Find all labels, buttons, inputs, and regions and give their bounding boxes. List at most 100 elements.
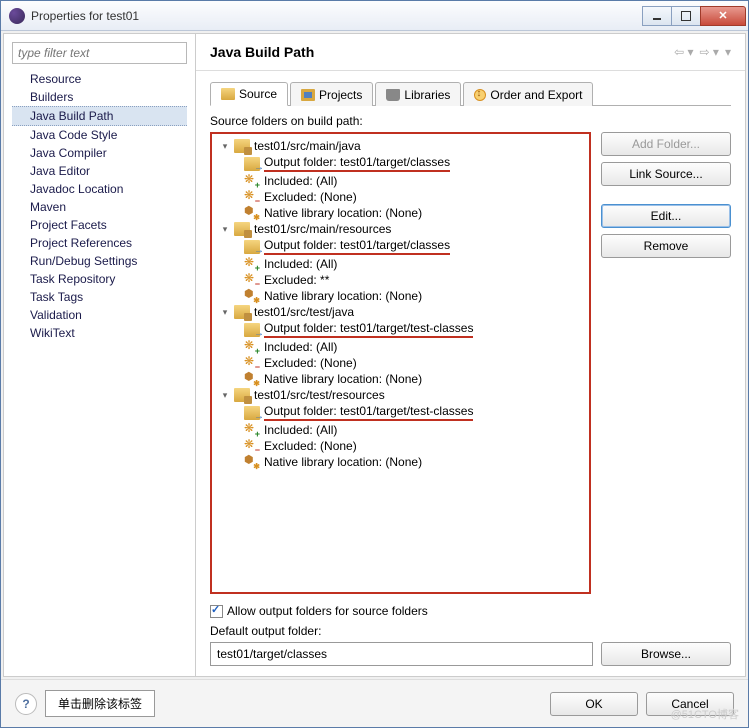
- tree-node[interactable]: Output folder: test01/target/classes: [216, 238, 585, 255]
- tree-node-label: Native library location: (None): [264, 289, 422, 303]
- window-title: Properties for test01: [31, 9, 643, 23]
- tab-label: Source: [239, 87, 277, 101]
- tree-node-label: test01/src/main/resources: [254, 222, 391, 236]
- default-output-input[interactable]: [210, 642, 593, 666]
- excluded-filter-icon: [244, 356, 260, 370]
- tree-node[interactable]: ▾test01/src/test/resources: [216, 388, 585, 402]
- tab-source[interactable]: Source: [210, 82, 288, 106]
- sidebar-item-run-debug-settings[interactable]: Run/Debug Settings: [12, 252, 187, 270]
- tab-label: Order and Export: [490, 88, 582, 102]
- sidebar-item-wikitext[interactable]: WikiText: [12, 324, 187, 342]
- tab-libraries[interactable]: Libraries: [375, 82, 461, 106]
- sidebar: ResourceBuildersJava Build PathJava Code…: [4, 34, 196, 676]
- tree-node[interactable]: Output folder: test01/target/classes: [216, 155, 585, 172]
- included-filter-icon: [244, 174, 260, 188]
- package-folder-icon: [234, 305, 250, 319]
- excluded-filter-icon: [244, 273, 260, 287]
- tree-node[interactable]: Native library location: (None): [216, 289, 585, 303]
- sidebar-item-task-tags[interactable]: Task Tags: [12, 288, 187, 306]
- forward-icon[interactable]: ⇨ ▾: [700, 45, 719, 59]
- sidebar-item-builders[interactable]: Builders: [12, 88, 187, 106]
- tree-node[interactable]: Excluded: (None): [216, 356, 585, 370]
- tree-node[interactable]: ▾ test01/src/main/java: [216, 139, 585, 153]
- output-folder-icon: [244, 157, 260, 171]
- sidebar-item-validation[interactable]: Validation: [12, 306, 187, 324]
- sidebar-item-java-code-style[interactable]: Java Code Style: [12, 126, 187, 144]
- browse-button[interactable]: Browse...: [601, 642, 731, 666]
- included-filter-icon: [244, 257, 260, 271]
- sidebar-item-maven[interactable]: Maven: [12, 198, 187, 216]
- tab-bar: Source Projects Libraries Order and Export: [210, 81, 731, 106]
- link-source-button[interactable]: Link Source...: [601, 162, 731, 186]
- sidebar-item-resource[interactable]: Resource: [12, 70, 187, 88]
- add-folder-button[interactable]: Add Folder...: [601, 132, 731, 156]
- help-icon[interactable]: ?: [15, 693, 37, 715]
- tree-node-label: test01/src/main/java: [254, 139, 361, 153]
- minimize-button[interactable]: [642, 6, 672, 26]
- tree-node[interactable]: ▾ test01/src/main/resources: [216, 222, 585, 236]
- tree-node[interactable]: Included: (All): [216, 257, 585, 271]
- tree-node[interactable]: Native library location: (None): [216, 206, 585, 220]
- remove-button[interactable]: Remove: [601, 234, 731, 258]
- tree-node[interactable]: Native library location: (None): [216, 455, 585, 469]
- tab-order-and-export[interactable]: Order and Export: [463, 82, 593, 106]
- native-library-icon: [244, 372, 260, 386]
- sidebar-item-project-references[interactable]: Project References: [12, 234, 187, 252]
- sidebar-item-java-build-path[interactable]: Java Build Path: [12, 106, 187, 126]
- source-folders-tree[interactable]: ▾ test01/src/main/java Output folder: test…: [210, 132, 591, 594]
- included-filter-icon: [244, 340, 260, 354]
- tree-node-label: Excluded: (None): [264, 439, 357, 453]
- sidebar-item-java-editor[interactable]: Java Editor: [12, 162, 187, 180]
- sidebar-item-javadoc-location[interactable]: Javadoc Location: [12, 180, 187, 198]
- tree-node-label: Excluded: **: [264, 273, 329, 287]
- src-tab-icon: [221, 88, 235, 100]
- maximize-button[interactable]: [671, 6, 701, 26]
- package-folder-icon: [234, 388, 250, 402]
- tree-node[interactable]: Included: (All): [216, 340, 585, 354]
- tree-node-label: Excluded: (None): [264, 190, 357, 204]
- tree-node[interactable]: Output folder: test01/target/test-classe…: [216, 321, 585, 338]
- tree-node[interactable]: Excluded: (None): [216, 439, 585, 453]
- lib-tab-icon: [386, 89, 400, 101]
- tree-node[interactable]: Excluded: (None): [216, 190, 585, 204]
- tree-node-label: test01/src/test/java: [254, 305, 354, 319]
- page-title: Java Build Path: [210, 44, 674, 60]
- excluded-filter-icon: [244, 190, 260, 204]
- sidebar-item-project-facets[interactable]: Project Facets: [12, 216, 187, 234]
- tree-node[interactable]: Included: (All): [216, 174, 585, 188]
- excluded-filter-icon: [244, 439, 260, 453]
- expand-collapse-icon[interactable]: ▾: [220, 141, 230, 152]
- tree-node[interactable]: Excluded: **: [216, 273, 585, 287]
- native-library-icon: [244, 289, 260, 303]
- page-header: Java Build Path ⇦ ▾ ⇨ ▾ ▾: [196, 34, 745, 71]
- titlebar[interactable]: Properties for test01 ✕: [1, 1, 748, 31]
- back-icon[interactable]: ⇦ ▾: [674, 45, 693, 59]
- tab-projects[interactable]: Projects: [290, 82, 373, 106]
- tree-node[interactable]: ▾ test01/src/test/java: [216, 305, 585, 319]
- annotation-tooltip[interactable]: 单击删除该标签: [45, 690, 155, 717]
- native-library-icon: [244, 206, 260, 220]
- tree-node-label: Included: (All): [264, 174, 337, 188]
- close-button[interactable]: ✕: [700, 6, 746, 26]
- tree-node-label: Native library location: (None): [264, 455, 422, 469]
- tree-node[interactable]: Output folder: test01/target/test-classe…: [216, 404, 585, 421]
- allow-output-checkbox[interactable]: [210, 605, 223, 618]
- sidebar-item-java-compiler[interactable]: Java Compiler: [12, 144, 187, 162]
- tab-label: Libraries: [404, 88, 450, 102]
- expand-collapse-icon[interactable]: ▾: [220, 307, 230, 318]
- sidebar-item-task-repository[interactable]: Task Repository: [12, 270, 187, 288]
- tree-node[interactable]: Included: (All): [216, 423, 585, 437]
- dialog-window: Properties for test01 ✕ ResourceBuilders…: [0, 0, 749, 728]
- tree-node[interactable]: Native library location: (None): [216, 372, 585, 386]
- tree-node-label: Included: (All): [264, 340, 337, 354]
- output-folder-icon: [244, 406, 260, 420]
- menu-icon[interactable]: ▾: [725, 45, 731, 59]
- ok-button[interactable]: OK: [550, 692, 638, 716]
- package-folder-icon: [234, 139, 250, 153]
- eclipse-icon: [9, 8, 25, 24]
- expand-collapse-icon[interactable]: ▾: [220, 390, 230, 401]
- filter-input[interactable]: [12, 42, 187, 64]
- edit-button[interactable]: Edit...: [601, 204, 731, 228]
- expand-collapse-icon[interactable]: ▾: [220, 224, 230, 235]
- tree-node-label: Output folder: test01/target/test-classe…: [264, 321, 473, 338]
